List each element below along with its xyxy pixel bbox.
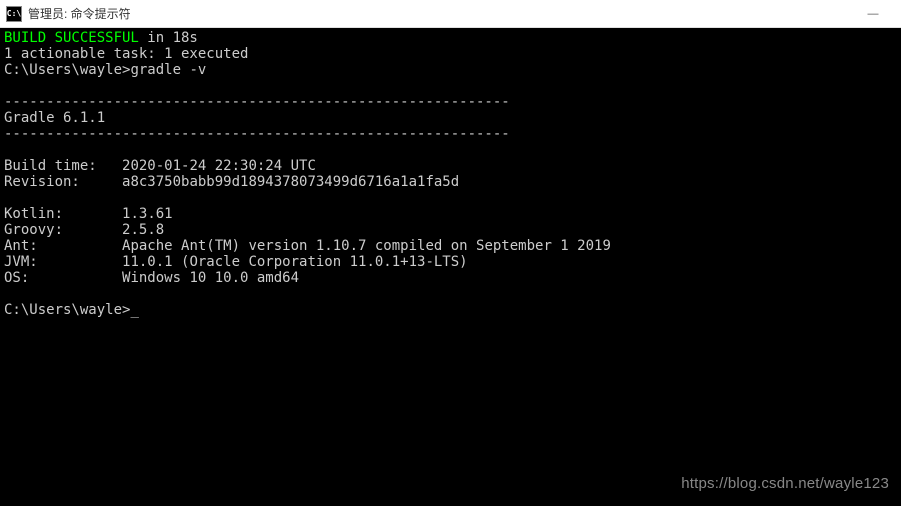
separator-line: ----------------------------------------… — [4, 126, 510, 142]
build-time-value: 2020-01-24 22:30:24 UTC — [122, 158, 316, 174]
terminal-output[interactable]: BUILD SUCCESSFUL in 18s 1 actionable tas… — [0, 28, 901, 506]
prompt-path: C:\Users\wayle> — [4, 302, 130, 318]
os-label: OS: — [4, 270, 29, 286]
kotlin-value: 1.3.61 — [122, 206, 173, 222]
task-summary: 1 actionable task: 1 executed — [4, 46, 248, 62]
cursor: _ — [130, 302, 138, 318]
groovy-label: Groovy: — [4, 222, 63, 238]
minimize-button[interactable]: — — [859, 4, 887, 24]
build-time-label: Build time: — [4, 158, 97, 174]
jvm-value: 11.0.1 (Oracle Corporation 11.0.1+13-LTS… — [122, 254, 468, 270]
ant-label: Ant: — [4, 238, 38, 254]
window-titlebar: C:\ 管理员: 命令提示符 — — [0, 0, 901, 28]
separator-line: ----------------------------------------… — [4, 94, 510, 110]
gradle-version: Gradle 6.1.1 — [4, 110, 105, 126]
groovy-value: 2.5.8 — [122, 222, 164, 238]
window-controls: — — [859, 4, 895, 24]
os-value: Windows 10 10.0 amd64 — [122, 270, 299, 286]
build-duration: in 18s — [139, 30, 198, 46]
build-status: BUILD SUCCESSFUL — [4, 30, 139, 46]
watermark-text: https://blog.csdn.net/wayle123 — [681, 476, 889, 492]
prompt-path: C:\Users\wayle> — [4, 62, 130, 78]
ant-value: Apache Ant(TM) version 1.10.7 compiled o… — [122, 238, 611, 254]
revision-label: Revision: — [4, 174, 80, 190]
jvm-label: JVM: — [4, 254, 38, 270]
prompt-command: gradle -v — [130, 62, 206, 78]
cmd-icon: C:\ — [6, 6, 22, 22]
window-title: 管理员: 命令提示符 — [28, 5, 859, 22]
kotlin-label: Kotlin: — [4, 206, 63, 222]
cmd-icon-text: C:\ — [7, 9, 21, 18]
revision-value: a8c3750babb99d1894378073499d6716a1a1fa5d — [122, 174, 459, 190]
